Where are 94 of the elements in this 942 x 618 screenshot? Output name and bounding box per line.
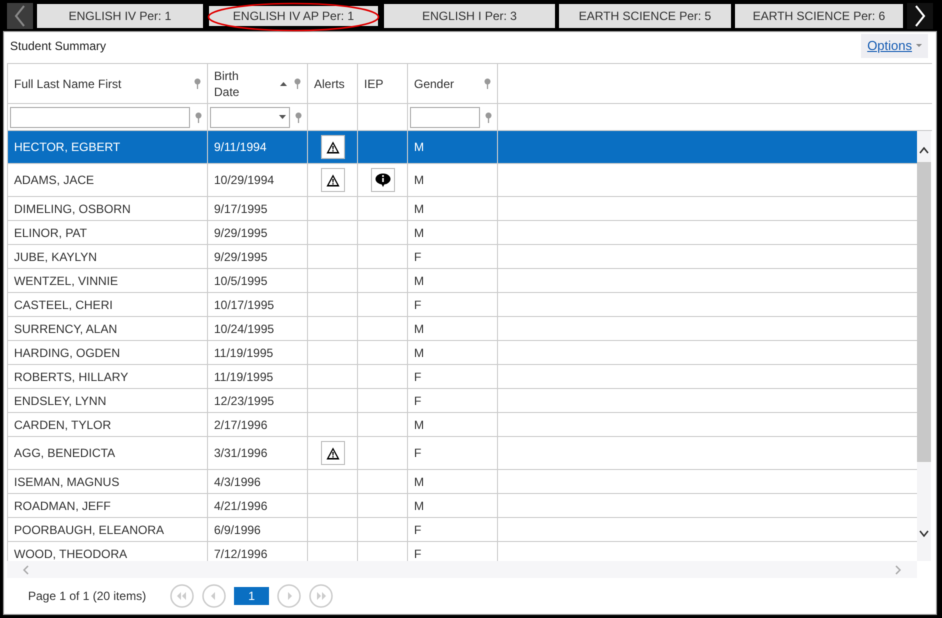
column-header[interactable]: Gender xyxy=(414,76,454,92)
last-page-icon[interactable] xyxy=(309,584,334,608)
student-name: WENTZEL, VINNIE xyxy=(14,272,118,290)
gender: F xyxy=(414,522,422,538)
alert-warning-icon[interactable] xyxy=(320,441,344,465)
column-header[interactable]: IEP xyxy=(364,76,384,92)
birth-date: 11/19/1995 xyxy=(214,344,274,362)
caret-icon xyxy=(916,44,922,48)
pin-icon[interactable] xyxy=(485,112,492,122)
birth-date: 6/9/1996 xyxy=(214,522,261,538)
gender: M xyxy=(414,172,424,189)
gender: M xyxy=(414,474,424,490)
birth-date: 2/17/1996 xyxy=(214,416,268,434)
chevron-left-icon xyxy=(23,564,29,574)
gender: F xyxy=(414,296,422,314)
student-name: WOOD, THEODORA xyxy=(14,546,128,561)
course-tab[interactable]: ENGLISH I Per: 3 xyxy=(384,4,555,28)
gender: M xyxy=(414,139,424,156)
student-name: ROADMAN, JEFF xyxy=(14,498,111,514)
course-tab[interactable]: EARTH SCIENCE Per: 5 xyxy=(559,4,731,28)
birth-date: 4/21/1996 xyxy=(214,498,268,514)
next-page-icon[interactable] xyxy=(277,584,302,608)
gender: M xyxy=(414,200,424,218)
filter-field[interactable] xyxy=(410,106,480,128)
student-name: ELINOR, PAT xyxy=(14,224,87,242)
student-name: HARDING, OGDEN xyxy=(14,344,120,362)
gender: F xyxy=(414,546,422,561)
page-summary: Page 1 of 1 (20 items) xyxy=(28,588,146,605)
birth-date: 9/29/1995 xyxy=(214,224,268,242)
gender: M xyxy=(414,498,424,514)
student-name: ADAMS, JACE xyxy=(14,172,94,189)
pin-icon[interactable] xyxy=(195,112,202,122)
birth-date: 9/11/1994 xyxy=(214,139,266,156)
student-name: ROBERTS, HILLARY xyxy=(14,368,128,386)
student-name: HECTOR, EGBERT xyxy=(14,139,120,156)
student-name: ENDSLEY, LYNN xyxy=(14,392,106,410)
student-name: POORBAUGH, ELEANORA xyxy=(14,522,164,538)
filter-dropdown[interactable] xyxy=(210,106,290,128)
gender: M xyxy=(414,344,424,362)
gender: F xyxy=(414,368,422,386)
page-button[interactable]: 1 xyxy=(234,587,270,605)
gender: F xyxy=(414,445,422,462)
previous-page-icon[interactable] xyxy=(202,584,226,608)
pin-icon[interactable] xyxy=(484,78,491,89)
chevron-right-icon xyxy=(914,5,926,27)
column-header[interactable]: Birth Date xyxy=(214,68,254,100)
chevron-left-icon xyxy=(14,5,26,27)
gender: F xyxy=(414,392,422,410)
options-button[interactable]: Options xyxy=(861,34,928,58)
birth-date: 10/29/1994 xyxy=(214,172,274,189)
chevron-up-icon xyxy=(919,147,929,154)
caret-icon xyxy=(279,115,286,119)
chevron-down-icon xyxy=(919,530,929,537)
info-bubble-icon[interactable] xyxy=(370,168,394,192)
birth-date: 10/17/1995 xyxy=(214,296,274,314)
panel-title: Student Summary xyxy=(10,38,106,55)
pin-icon[interactable] xyxy=(194,78,201,89)
student-name: JUBE, KAYLYN xyxy=(14,248,97,266)
gender: M xyxy=(414,224,424,242)
gender: F xyxy=(414,248,422,266)
course-tab[interactable]: ENGLISH IV Per: 1 xyxy=(37,4,203,28)
previous-tab-button[interactable] xyxy=(7,3,33,29)
student-name: CARDEN, TYLOR xyxy=(14,416,112,434)
gender: M xyxy=(414,416,424,434)
pin-icon[interactable] xyxy=(295,112,302,122)
alert-warning-icon[interactable] xyxy=(320,168,344,192)
gender: M xyxy=(414,272,424,290)
next-tab-button[interactable] xyxy=(907,3,933,29)
birth-date: 11/19/1995 xyxy=(214,368,274,386)
column-header[interactable]: Full Last Name First xyxy=(14,76,122,92)
birth-date: 7/12/1996 xyxy=(214,546,268,561)
birth-date: 3/31/1996 xyxy=(214,445,268,462)
birth-date: 12/23/1995 xyxy=(214,392,274,410)
birth-date: 10/5/1995 xyxy=(214,272,268,290)
first-page-icon[interactable] xyxy=(170,584,194,608)
student-name: DIMELING, OSBORN xyxy=(14,200,131,218)
course-tab[interactable]: EARTH SCIENCE Per: 6 xyxy=(735,4,903,28)
vertical-scrollbar[interactable] xyxy=(917,131,931,561)
scrollbar-thumb[interactable] xyxy=(917,162,931,462)
student-name: CASTEEL, CHERI xyxy=(14,296,113,314)
student-name: SURRENCY, ALAN xyxy=(14,320,118,338)
student-name: AGG, BENEDICTA xyxy=(14,445,116,462)
pin-icon[interactable] xyxy=(294,78,301,89)
column-header[interactable]: Alerts xyxy=(314,76,345,92)
horizontal-scrollbar[interactable] xyxy=(7,561,917,578)
birth-date: 10/24/1995 xyxy=(214,320,274,338)
student-name: ISEMAN, MAGNUS xyxy=(14,474,120,490)
birth-date: 9/29/1995 xyxy=(214,248,268,266)
filter-field[interactable] xyxy=(10,106,190,128)
birth-date: 4/3/1996 xyxy=(214,474,261,490)
birth-date: 9/17/1995 xyxy=(214,200,268,218)
chevron-right-icon xyxy=(895,564,901,574)
alert-warning-icon[interactable] xyxy=(320,135,344,159)
gender: M xyxy=(414,320,424,338)
